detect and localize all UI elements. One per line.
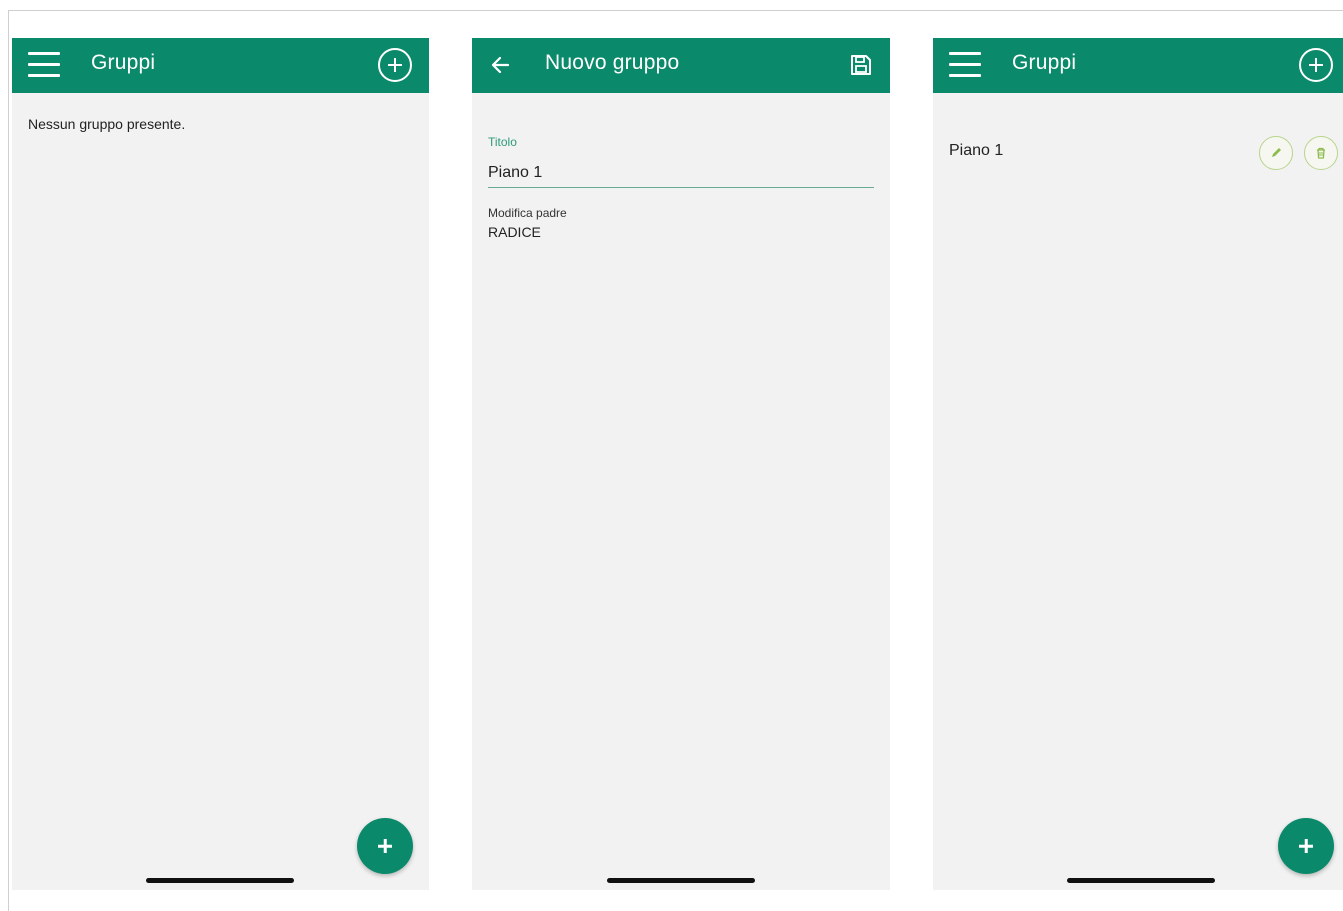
add-fab-button[interactable]: [357, 818, 413, 874]
phone-screen-gruppi-empty: Gruppi Nessun gruppo presente.: [12, 38, 429, 890]
empty-message: Nessun gruppo presente.: [28, 116, 186, 132]
app-bar: Gruppi: [933, 38, 1343, 93]
add-group-icon[interactable]: [378, 48, 412, 82]
trash-icon: [1317, 147, 1325, 159]
parent-value[interactable]: RADICE: [488, 224, 541, 240]
parent-field-label: Modifica padre: [488, 206, 567, 220]
frame-top-border: [8, 10, 1343, 11]
title-input[interactable]: [488, 159, 874, 187]
frame-left-border: [8, 10, 9, 911]
page-title: Nuovo gruppo: [545, 51, 680, 74]
arrow-left-icon[interactable]: [490, 54, 512, 76]
add-group-icon[interactable]: [1299, 48, 1333, 82]
hamburger-menu-icon[interactable]: [28, 52, 60, 78]
app-bar: Nuovo gruppo: [472, 38, 890, 93]
edit-button[interactable]: [1259, 136, 1293, 170]
home-indicator: [146, 878, 294, 883]
page-title: Gruppi: [91, 51, 156, 74]
hamburger-menu-icon[interactable]: [949, 52, 981, 78]
app-bar: Gruppi: [12, 38, 429, 93]
phone-screen-gruppi-list: Gruppi Piano 1: [933, 38, 1343, 890]
page-title: Gruppi: [1012, 51, 1077, 74]
home-indicator: [1067, 878, 1215, 883]
floppy-disk-icon[interactable]: [849, 53, 873, 77]
list-item-label[interactable]: Piano 1: [949, 142, 1003, 160]
title-input-underline: [488, 187, 874, 188]
pencil-icon: [1272, 148, 1281, 157]
add-fab-button[interactable]: [1278, 818, 1334, 874]
phone-screen-nuovo-gruppo: Nuovo gruppo Titolo Modifica padre RADIC…: [472, 38, 890, 890]
home-indicator: [607, 878, 755, 883]
delete-button[interactable]: [1304, 136, 1338, 170]
title-field-label: Titolo: [488, 135, 517, 149]
